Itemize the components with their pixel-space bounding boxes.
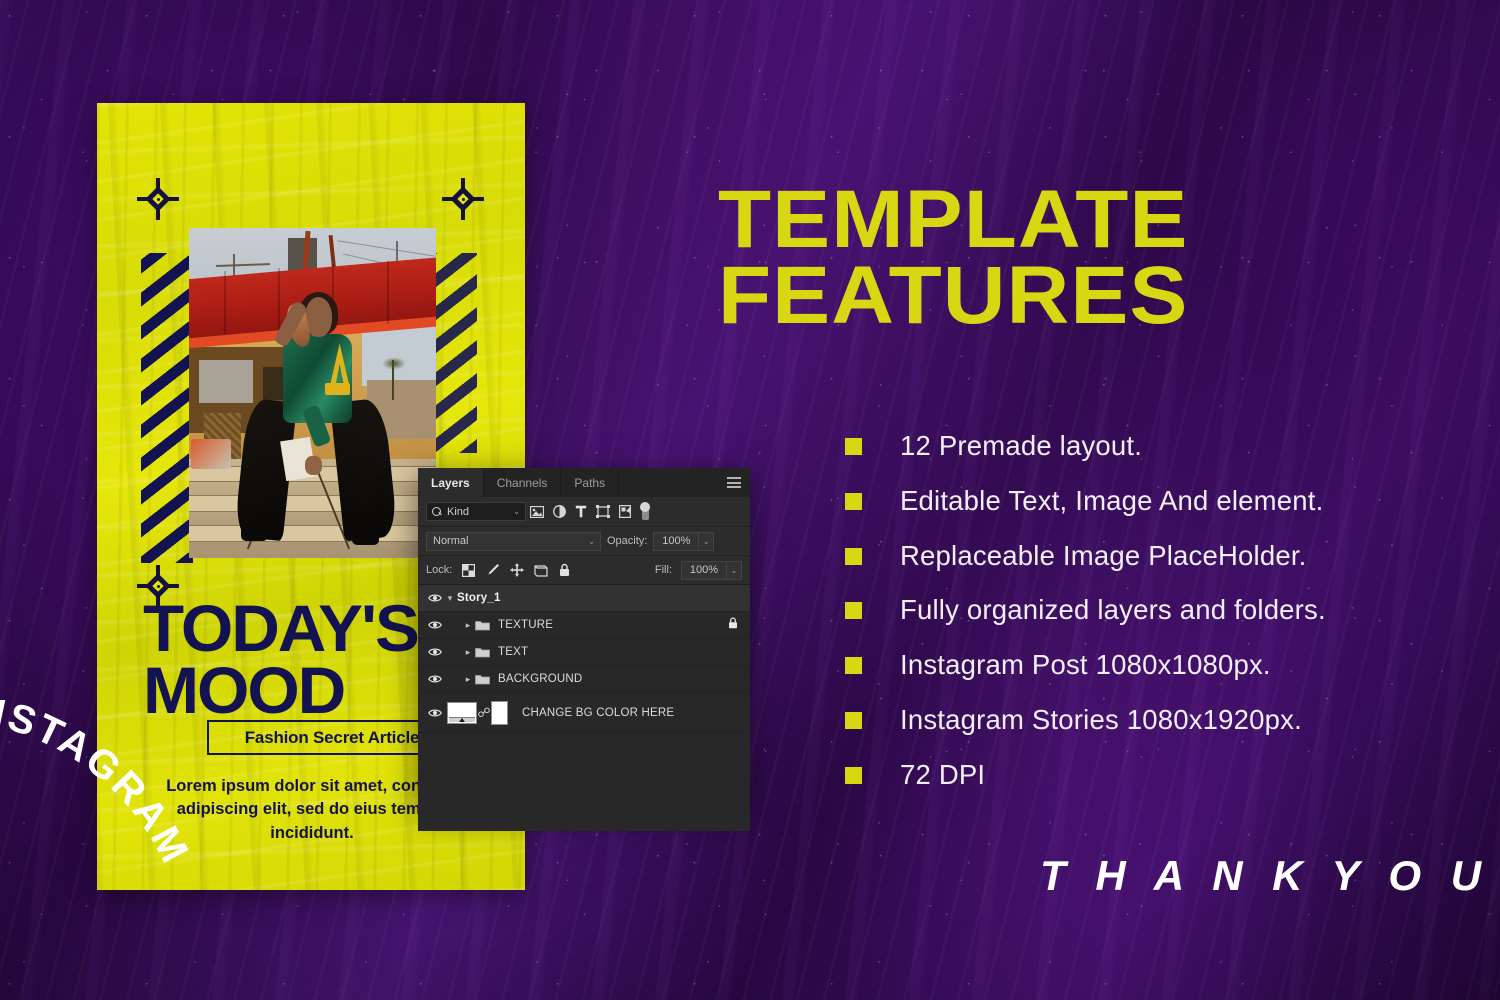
layer-row-story-1[interactable]: ▾ Story_1	[418, 585, 750, 612]
layer-filter-row: Kind ⌄	[418, 497, 750, 527]
fashion-photo	[189, 228, 436, 558]
bullet-square-icon	[845, 547, 862, 565]
tab-layers[interactable]: Layers	[418, 468, 484, 497]
layer-name: Story_1	[457, 592, 501, 604]
blend-mode-select[interactable]: Normal ⌄	[426, 531, 601, 551]
registration-mark-icon	[442, 178, 484, 220]
layer-thumbnail[interactable]	[447, 701, 477, 724]
feature-item: Fully organized layers and folders.	[845, 592, 1465, 628]
poster-article-label: Fashion Secret Article	[244, 727, 420, 747]
chevron-right-icon[interactable]: ▸	[461, 647, 475, 658]
type-layer-filter-icon[interactable]	[570, 502, 592, 522]
layer-locked-icon	[728, 616, 738, 634]
feature-item: Replaceable Image PlaceHolder.	[845, 538, 1465, 574]
bullet-square-icon	[845, 492, 862, 510]
bullet-square-icon	[845, 711, 862, 729]
lock-position-icon[interactable]	[509, 563, 524, 578]
folder-icon	[475, 620, 492, 631]
diagonal-stripe-decoration-left	[141, 253, 193, 563]
chevron-down-icon[interactable]: ▾	[443, 593, 457, 604]
opacity-label: Opacity:	[607, 535, 648, 547]
blend-mode-value: Normal	[433, 535, 469, 547]
smart-object-filter-icon[interactable]	[614, 502, 636, 522]
layer-mask-thumbnail[interactable]	[491, 700, 508, 725]
lock-artboard-nesting-icon[interactable]	[533, 563, 548, 578]
eye-icon[interactable]	[426, 647, 443, 657]
bullet-square-icon	[845, 602, 862, 620]
fill-stepper-chevron-icon[interactable]: ⌄	[727, 560, 742, 580]
diagonal-stripe-decoration-right	[433, 253, 477, 453]
tab-layers-label: Layers	[431, 475, 470, 490]
feature-item: 72 DPI	[845, 757, 1465, 793]
layer-row-text[interactable]: ▸ TEXT	[418, 639, 750, 666]
feature-label: 72 DPI	[900, 758, 986, 790]
lock-transparent-pixels-icon[interactable]	[461, 563, 476, 578]
layer-name: TEXTURE	[498, 619, 554, 631]
filter-kind-label: Kind	[447, 505, 470, 518]
link-mask-icon[interactable]: ☍	[477, 705, 491, 721]
lock-image-pixels-icon[interactable]	[485, 563, 500, 578]
lock-label: Lock:	[426, 564, 453, 576]
eye-icon[interactable]	[426, 620, 443, 630]
lock-row: Lock: Fill: 100% ⌄	[418, 556, 750, 585]
layer-row-background[interactable]: ▸ BACKGROUND	[418, 666, 750, 693]
eye-icon[interactable]	[426, 593, 443, 603]
opacity-stepper-chevron-icon[interactable]: ⌄	[699, 531, 715, 551]
layer-row-texture[interactable]: ▸ TEXTURE	[418, 612, 750, 639]
layers-list-empty-area	[418, 733, 750, 831]
tab-channels[interactable]: Channels	[484, 468, 562, 497]
folder-icon	[475, 647, 492, 658]
bullet-square-icon	[845, 657, 862, 674]
layer-name: CHANGE BG COLOR HERE	[522, 706, 675, 719]
panel-tab-bar: Layers Channels Paths	[418, 468, 750, 497]
layer-name: BACKGROUND	[498, 673, 583, 685]
fill-label: Fill:	[654, 564, 672, 576]
chevron-right-icon[interactable]: ▸	[461, 674, 475, 685]
replaceable-image-placeholder	[189, 228, 436, 558]
filter-kind-select[interactable]: Kind ⌄	[426, 502, 526, 521]
feature-label: Editable Text, Image And element.	[900, 484, 1324, 516]
tab-paths[interactable]: Paths	[561, 468, 620, 497]
filter-toggle-switch[interactable]	[639, 502, 651, 521]
shape-layer-filter-icon[interactable]	[592, 502, 614, 522]
feature-label: 12 Premade layout.	[900, 430, 1143, 461]
eye-icon[interactable]	[426, 708, 443, 718]
folder-icon	[475, 674, 492, 685]
adjustment-layer-filter-icon[interactable]	[548, 502, 570, 522]
feature-item: Instagram Post 1080x1080px.	[845, 647, 1465, 683]
hamburger-icon[interactable]	[727, 477, 741, 488]
feature-label: Instagram Stories 1080x1920px.	[900, 703, 1302, 735]
page-title-line2: FEATURES	[718, 250, 1189, 342]
chevron-down-icon: ⌄	[513, 507, 520, 516]
bullet-square-icon	[845, 766, 862, 784]
tab-paths-label: Paths	[574, 475, 606, 490]
feature-item: 12 Premade layout.	[845, 428, 1465, 464]
page-title-line1: TEMPLATE	[718, 174, 1189, 265]
tab-channels-label: Channels	[496, 475, 548, 490]
eye-icon[interactable]	[426, 674, 443, 684]
layer-name: TEXT	[498, 646, 529, 658]
feature-list: 12 Premade layout. Editable Text, Image …	[845, 428, 1465, 811]
layers-list: ▾ Story_1 ▸ TEXTURE ▸ TEXT ▸ BACKGROUND …	[418, 585, 750, 831]
chevron-down-icon: ⌄	[588, 536, 595, 546]
search-icon	[432, 506, 442, 517]
chevron-right-icon[interactable]: ▸	[461, 620, 475, 631]
feature-label: Instagram Post 1080x1080px.	[900, 649, 1271, 680]
layer-row-change-bg-color[interactable]: ☍ CHANGE BG COLOR HERE	[418, 693, 750, 733]
opacity-value[interactable]: 100%	[653, 531, 700, 551]
photoshop-layers-panel: Layers Channels Paths Kind ⌄ Normal ⌄ Op…	[418, 468, 750, 831]
registration-mark-icon	[137, 178, 179, 220]
bullet-square-icon	[845, 438, 862, 455]
feature-label: Fully organized layers and folders.	[900, 594, 1326, 626]
feature-label: Replaceable Image PlaceHolder.	[900, 539, 1307, 571]
blend-opacity-row: Normal ⌄ Opacity: 100% ⌄	[418, 527, 750, 556]
feature-item: Editable Text, Image And element.	[845, 483, 1465, 519]
page-title: TEMPLATE FEATURES	[718, 174, 1396, 342]
thank-you-text: T H A N K Y O U	[1040, 852, 1491, 899]
pixel-layer-filter-icon[interactable]	[526, 502, 548, 522]
feature-item: Instagram Stories 1080x1920px.	[845, 702, 1465, 738]
fill-value[interactable]: 100%	[681, 560, 727, 580]
lock-all-icon[interactable]	[557, 563, 572, 578]
